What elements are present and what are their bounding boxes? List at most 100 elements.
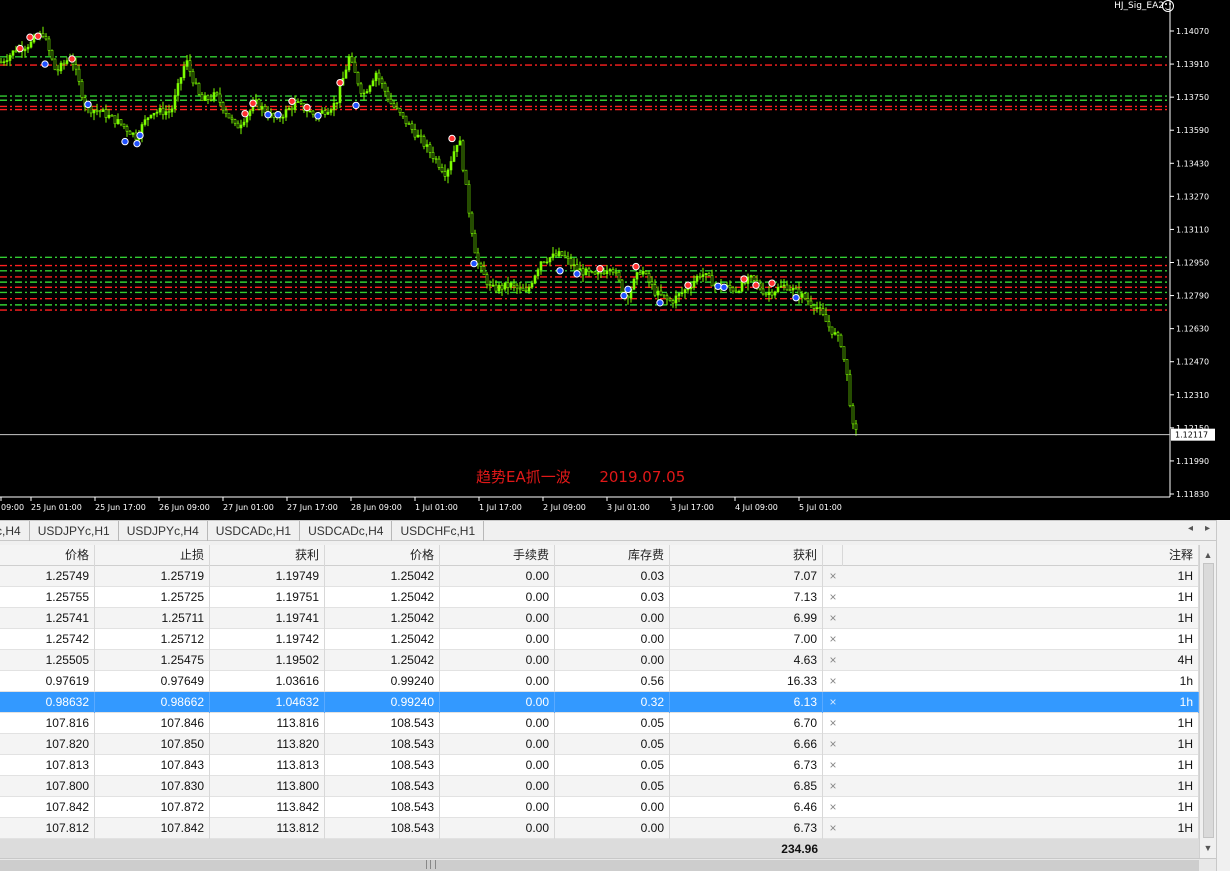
close-order-icon[interactable]: × (823, 629, 843, 650)
column-header[interactable]: 库存费 (555, 545, 670, 566)
tab-chart[interactable]: USDJPYc,H1 (30, 520, 119, 541)
sell-signal-marker[interactable] (596, 265, 604, 273)
table-row[interactable]: 0.97619 0.97649 1.03616 0.99240 0.00 0.56 16.3… (0, 671, 1216, 692)
close-order-icon[interactable]: × (823, 776, 843, 797)
candle-body (698, 275, 702, 278)
buy-signal-marker[interactable] (573, 270, 581, 278)
price-tick-label: 1.12310 (1176, 391, 1209, 400)
table-row[interactable]: 107.820 107.850 113.820 108.543 0.00 0.05 6.66… (0, 734, 1216, 755)
buy-signal-marker[interactable] (792, 293, 800, 302)
candle-body (773, 291, 777, 296)
table-row[interactable]: 1.25505 1.25475 1.19502 1.25042 0.00 0.00 4.63… (0, 650, 1216, 671)
table-row[interactable]: 1.25741 1.25711 1.19741 1.25042 0.00 0.00 6.99… (0, 608, 1216, 629)
close-order-icon[interactable]: × (823, 587, 843, 608)
buy-signal-marker[interactable] (656, 299, 664, 307)
sell-signal-marker[interactable] (303, 103, 311, 112)
table-row[interactable]: 107.813 107.843 113.813 108.543 0.00 0.05 6.73… (0, 755, 1216, 776)
column-header[interactable]: 手续费 (440, 545, 555, 566)
sell-signal-marker[interactable] (448, 134, 456, 143)
ea-smiley-icon[interactable] (1162, 0, 1174, 12)
scroll-thumb[interactable] (0, 860, 1199, 871)
column-header[interactable]: 价格 (0, 545, 95, 566)
table-row[interactable]: 107.812 107.842 113.812 108.543 0.00 0.00 6.73… (0, 818, 1216, 839)
table-row[interactable]: 1.25749 1.25719 1.19749 1.25042 0.00 0.03 7.07… (0, 566, 1216, 587)
candle-body (569, 258, 573, 266)
candle-body (296, 101, 300, 103)
close-order-icon[interactable]: × (823, 713, 843, 734)
sell-signal-marker[interactable] (34, 32, 42, 40)
commission: 0.00 (440, 692, 555, 713)
sell-signal-marker[interactable] (26, 33, 34, 41)
buy-signal-marker[interactable] (41, 60, 49, 68)
buy-signal-marker[interactable] (352, 101, 360, 110)
candle-body (29, 41, 33, 48)
take-profit: 1.19741 (210, 608, 325, 629)
buy-signal-marker[interactable] (314, 112, 322, 120)
tab-chart[interactable]: USDCADc,H1 (208, 520, 301, 541)
sell-signal-marker[interactable] (752, 281, 760, 289)
vertical-scrollbar[interactable]: ▲ ▼ (1199, 545, 1216, 858)
tab-chart[interactable]: USDJPYc,H4 (119, 520, 208, 541)
buy-signal-marker[interactable] (714, 282, 722, 290)
tab-chart[interactable]: c,H4 (0, 520, 30, 541)
buy-signal-marker[interactable] (136, 131, 144, 140)
column-header[interactable]: 注释 (843, 545, 1199, 566)
close-order-icon[interactable]: × (823, 566, 843, 587)
candle-body (749, 275, 753, 278)
close-order-icon[interactable]: × (823, 692, 843, 713)
table-row[interactable]: 0.98632 0.98662 1.04632 0.99240 0.00 0.32 6.13… (0, 692, 1216, 713)
scroll-up-icon[interactable]: ▲ (1200, 547, 1216, 563)
sell-signal-marker[interactable] (768, 279, 776, 287)
candle-body (152, 112, 156, 116)
price-chart[interactable]: 1.14070 1.13910 1.13750 1.13590 1.13430 1.132… (0, 0, 1230, 520)
table-row[interactable]: 1.25755 1.25725 1.19751 1.25042 0.00 0.03 7.13… (0, 587, 1216, 608)
swap: 0.05 (555, 713, 670, 734)
close-order-icon[interactable]: × (823, 608, 843, 629)
column-header[interactable]: 获利 (210, 545, 325, 566)
buy-signal-marker[interactable] (620, 291, 628, 300)
scroll-down-icon[interactable]: ▼ (1200, 840, 1216, 856)
sell-signal-marker[interactable] (740, 275, 748, 283)
sell-signal-marker[interactable] (632, 262, 640, 271)
candle-body (401, 112, 405, 117)
close-order-icon[interactable]: × (823, 650, 843, 671)
close-order-icon[interactable]: × (823, 734, 843, 755)
buy-signal-marker[interactable] (84, 100, 92, 109)
buy-signal-marker[interactable] (556, 267, 564, 275)
horizontal-scrollbar[interactable] (0, 858, 1216, 871)
close-order-icon[interactable]: × (823, 755, 843, 776)
sell-signal-marker[interactable] (249, 99, 257, 108)
tab-chart[interactable]: USDCHFc,H1 (392, 520, 485, 541)
tab-chart[interactable]: USDCADc,H4 (300, 520, 393, 541)
close-order-icon[interactable]: × (823, 818, 843, 839)
sell-signal-marker[interactable] (684, 281, 692, 289)
candle-body (512, 282, 516, 286)
buy-signal-marker[interactable] (624, 285, 632, 294)
column-header[interactable]: 获利 (670, 545, 823, 566)
open-price: 1.25505 (0, 650, 95, 671)
close-order-icon[interactable]: × (823, 671, 843, 692)
time-tick-label: 3 Jul 17:00 (671, 503, 714, 512)
sell-signal-marker[interactable] (68, 55, 76, 63)
sell-signal-marker[interactable] (288, 97, 296, 105)
buy-signal-marker[interactable] (121, 137, 129, 146)
column-header[interactable]: 价格 (325, 545, 440, 566)
swap: 0.05 (555, 776, 670, 797)
table-row[interactable]: 107.816 107.846 113.816 108.543 0.00 0.05 6.70… (0, 713, 1216, 734)
buy-signal-marker[interactable] (274, 111, 282, 119)
chart-canvas[interactable]: 1.14070 1.13910 1.13750 1.13590 1.13430 1.132… (0, 0, 1230, 520)
sell-signal-marker[interactable] (16, 44, 24, 53)
buy-signal-marker[interactable] (470, 259, 478, 268)
sell-signal-marker[interactable] (336, 78, 344, 87)
column-header[interactable]: 止损 (95, 545, 210, 566)
buy-signal-marker[interactable] (264, 111, 272, 119)
buy-signal-marker[interactable] (720, 283, 728, 292)
table-row[interactable]: 1.25742 1.25712 1.19742 1.25042 0.00 0.00 7.00… (0, 629, 1216, 650)
scroll-thumb[interactable] (1203, 563, 1214, 838)
sell-signal-marker[interactable] (241, 109, 249, 118)
buy-signal-marker[interactable] (133, 139, 141, 148)
table-row[interactable]: 107.842 107.872 113.842 108.543 0.00 0.00 6.46… (0, 797, 1216, 818)
candle-body (224, 109, 228, 114)
table-row[interactable]: 107.800 107.830 113.800 108.543 0.00 0.05 6.85… (0, 776, 1216, 797)
close-order-icon[interactable]: × (823, 797, 843, 818)
